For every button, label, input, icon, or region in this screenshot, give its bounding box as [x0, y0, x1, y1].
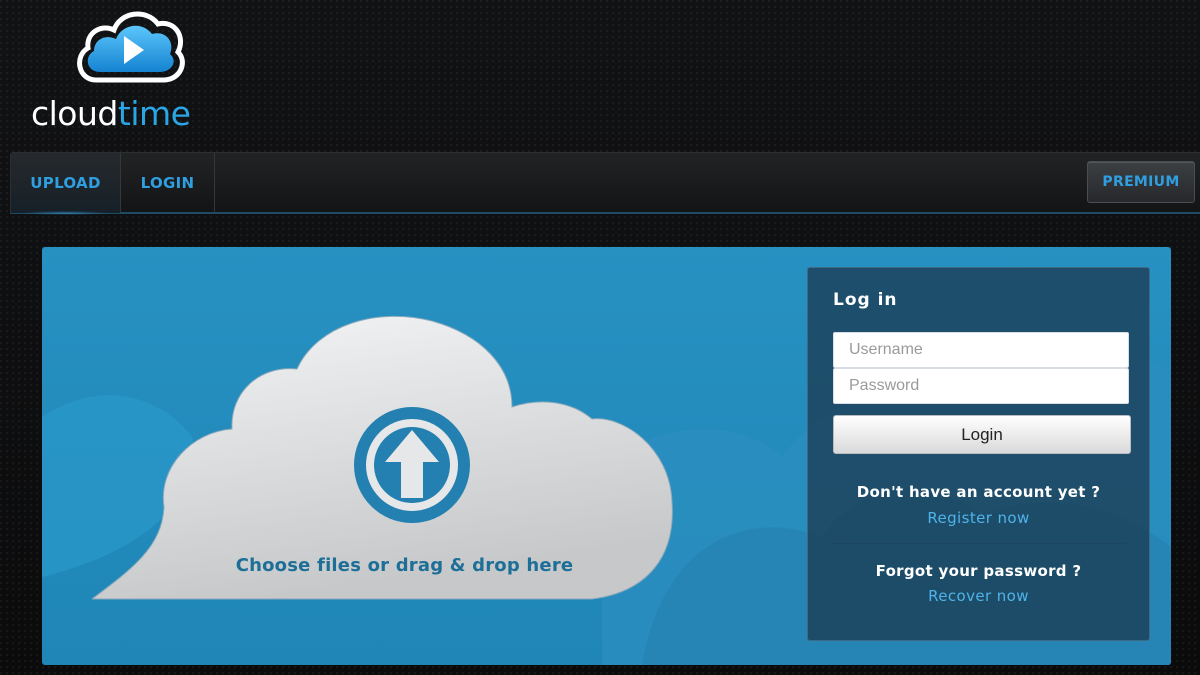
- upload-instruction[interactable]: Choose files or drag & drop here: [217, 555, 592, 576]
- main-panel: Choose files or drag & drop here Log in …: [42, 247, 1171, 665]
- logo-wordmark: cloudtime: [31, 94, 191, 133]
- login-title: Log in: [833, 290, 898, 310]
- upload-arrow-icon: [354, 407, 470, 523]
- logo-word-cloud: cloud: [31, 94, 118, 133]
- password-input[interactable]: [833, 368, 1129, 404]
- login-panel: Log in Login Don't have an account yet ?…: [807, 267, 1150, 641]
- logo[interactable]: cloudtime: [28, 6, 228, 133]
- username-input[interactable]: [833, 332, 1129, 368]
- logo-word-time: time: [117, 94, 191, 133]
- register-link[interactable]: Register now: [808, 509, 1149, 527]
- forgot-password-prompt: Forgot your password ?: [875, 562, 1082, 580]
- register-prompt: Don't have an account yet ?: [856, 483, 1101, 501]
- recover-link[interactable]: Recover now: [808, 587, 1149, 605]
- login-button-label: Login: [961, 424, 1003, 444]
- nav-bar: UPLOAD LOGIN PREMIUM: [10, 152, 1200, 215]
- premium-button[interactable]: PREMIUM: [1087, 161, 1195, 203]
- divider: [833, 543, 1126, 544]
- login-button[interactable]: Login: [833, 415, 1131, 454]
- tab-upload[interactable]: UPLOAD: [11, 153, 121, 215]
- cloud-play-icon: [77, 11, 185, 83]
- tab-login[interactable]: LOGIN: [121, 153, 215, 213]
